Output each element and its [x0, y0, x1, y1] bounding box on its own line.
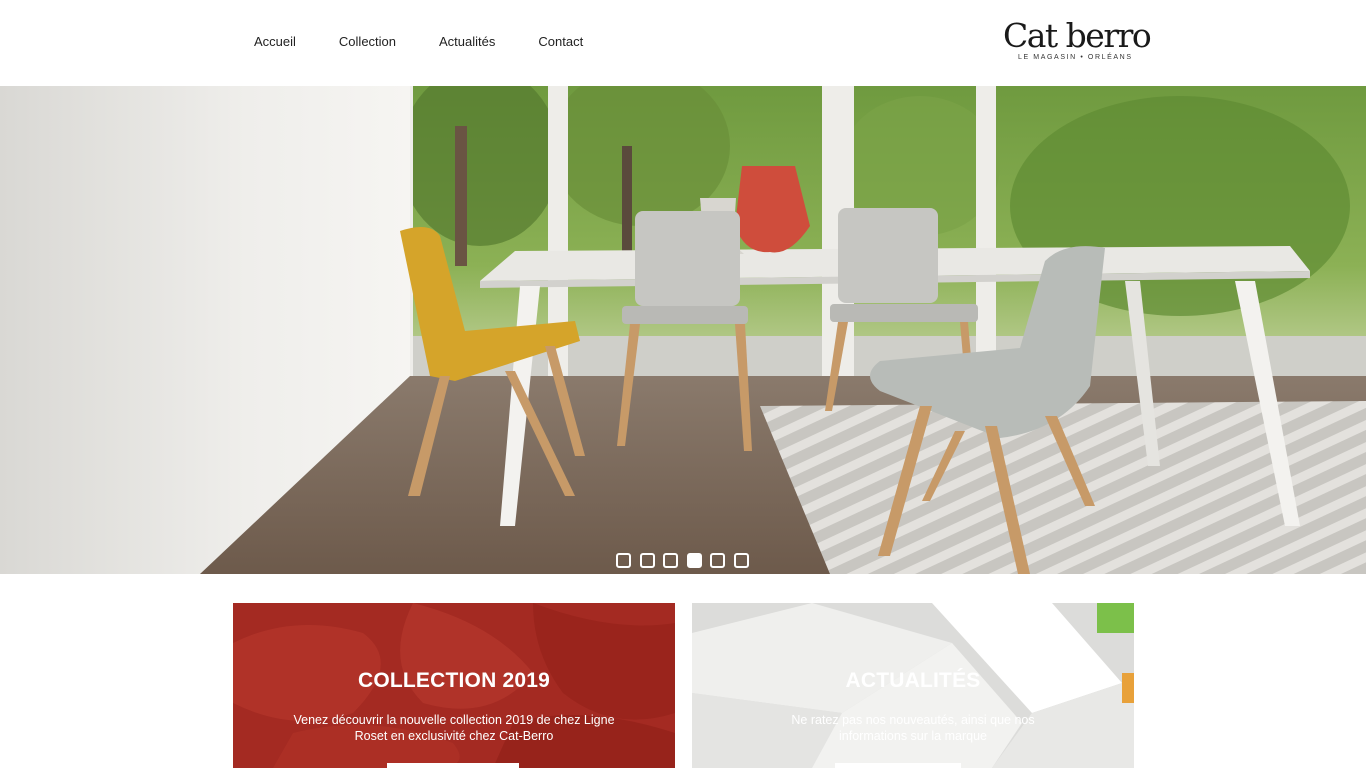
news-card[interactable]: ACTUALITÉS Ne ratez pas nos nouveautés, …	[692, 603, 1134, 768]
slider-dots	[616, 553, 757, 568]
nav-accueil[interactable]: Accueil	[254, 34, 296, 50]
news-button[interactable]	[835, 763, 961, 768]
nav-collection[interactable]: Collection	[339, 34, 396, 50]
hero-image	[0, 86, 1366, 574]
news-title: ACTUALITÉS	[845, 669, 981, 692]
collection-card[interactable]: COLLECTION 2019 Venez découvrir la nouve…	[233, 603, 675, 768]
hero-slider	[0, 86, 1366, 574]
logo-text: Cat berro	[1003, 16, 1152, 55]
news-description: Ne ratez pas nos nouveautés, ainsi que n…	[791, 713, 1035, 743]
site-logo[interactable]: Cat berro LE MAGASIN • ORLÉANS	[1003, 16, 1152, 68]
nav-contact[interactable]: Contact	[538, 34, 583, 50]
slider-dot-2[interactable]	[639, 553, 655, 568]
slider-dot-1[interactable]	[616, 553, 631, 568]
slider-dot-5[interactable]	[710, 553, 725, 568]
main-nav: Accueil Collection Actualités Contact	[254, 34, 627, 50]
collection-title: COLLECTION 2019	[357, 669, 551, 692]
slider-dot-4[interactable]	[686, 553, 702, 568]
slider-dot-6[interactable]	[733, 553, 749, 568]
collection-description: Venez découvrir la nouvelle collection 2…	[293, 713, 615, 743]
site-header: Accueil Collection Actualités Contact Ca…	[0, 0, 1366, 86]
nav-actualites[interactable]: Actualités	[439, 34, 495, 50]
logo-tagline: LE MAGASIN • ORLÉANS	[1018, 54, 1133, 61]
slider-dot-3[interactable]	[663, 553, 678, 568]
collection-button[interactable]	[387, 763, 519, 768]
